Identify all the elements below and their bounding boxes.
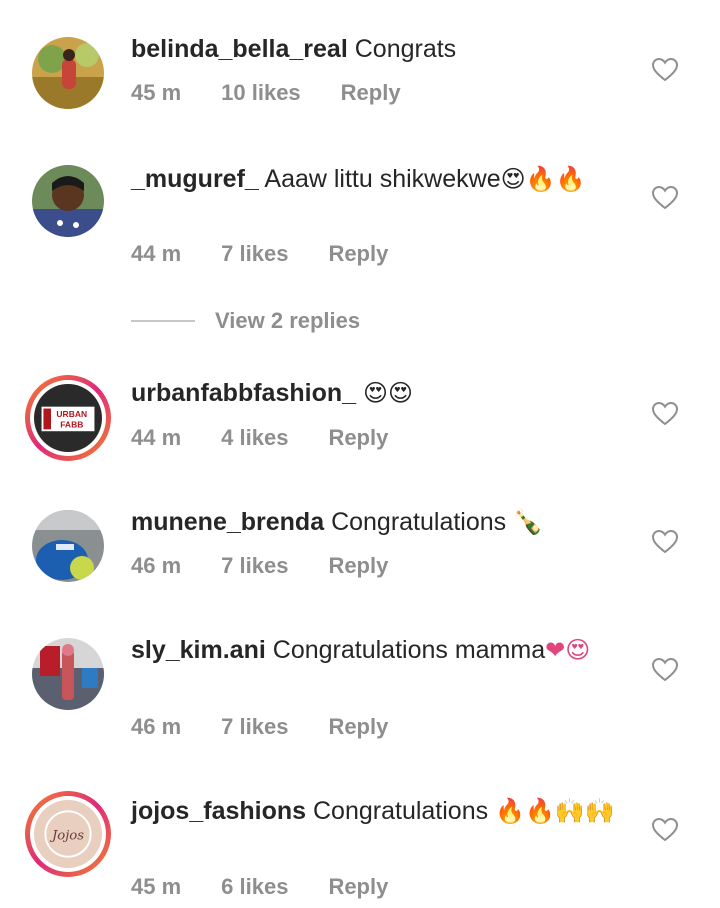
like-heart-icon[interactable] (652, 530, 678, 554)
svg-text:FABB: FABB (60, 419, 83, 429)
like-heart-icon[interactable] (652, 186, 678, 210)
comment-username[interactable]: _muguref_ (131, 165, 259, 193)
like-heart-icon[interactable] (652, 658, 678, 682)
avatar[interactable] (32, 638, 104, 710)
like-heart-icon[interactable] (652, 818, 678, 842)
replies-divider (131, 320, 195, 322)
comment-emoji: 😍🔥🔥 (500, 165, 586, 193)
avatar[interactable]: URBAN FABB (25, 375, 111, 461)
comment-time: 44 m (131, 241, 182, 266)
comment-text: Aaaw littu shikwekwe (264, 165, 501, 193)
svg-text:URBAN: URBAN (56, 409, 87, 419)
comment-time: 45 m (131, 874, 182, 899)
reply-button[interactable]: Reply (328, 874, 388, 900)
comment-meta: 46 m 7 likes Reply (131, 553, 428, 579)
avatar-photo (32, 165, 104, 237)
comment-likes[interactable]: 7 likes (221, 553, 288, 579)
comment-time: 44 m (131, 425, 182, 450)
avatar-photo (32, 510, 104, 582)
comment-meta: 44 m 7 likes Reply (131, 241, 428, 267)
avatar[interactable] (32, 37, 104, 109)
reply-button[interactable]: Reply (341, 80, 401, 106)
comment-emoji: ❤😍 (545, 636, 591, 664)
comment-meta: 45 m 10 likes Reply (131, 80, 441, 106)
comment-text: Congratulations mamma (272, 636, 546, 664)
comment-username[interactable]: munene_brenda (131, 508, 324, 536)
reply-button[interactable]: Reply (328, 714, 388, 740)
comment-text: Congratulations (313, 797, 489, 825)
comment-time: 46 m (131, 553, 182, 578)
comment-likes[interactable]: 10 likes (221, 80, 301, 106)
comment-text: Congrats (354, 35, 457, 63)
avatar-photo (32, 638, 104, 710)
avatar-ring-inner: Jojos (30, 796, 106, 872)
comment-time: 45 m (131, 80, 182, 105)
avatar[interactable] (32, 510, 104, 582)
view-replies-label: View 2 replies (215, 308, 361, 333)
comment-time: 46 m (131, 714, 182, 739)
comment-meta: 44 m 4 likes Reply (131, 425, 428, 451)
comment-username[interactable]: belinda_bella_real (131, 35, 348, 63)
urbanfabb-logo-icon: URBAN FABB (34, 384, 102, 452)
avatar-ring-inner: URBAN FABB (30, 380, 106, 456)
comment-likes[interactable]: 7 likes (221, 241, 288, 267)
comment-likes[interactable]: 7 likes (221, 714, 288, 740)
comment-body: jojos_fashions Congratulations 🔥🔥🙌🙌 (131, 794, 631, 828)
view-replies-button[interactable]: View 2 replies (131, 308, 360, 334)
comment-body: munene_brenda Congratulations 🍾 (131, 505, 631, 539)
comment-body: _muguref_ Aaaw littu shikwekwe😍🔥🔥 (131, 162, 631, 196)
comment-username[interactable]: jojos_fashions (131, 797, 306, 825)
comment-text: Congratulations (331, 508, 507, 536)
avatar[interactable] (32, 165, 104, 237)
reply-button[interactable]: Reply (328, 425, 388, 451)
comment-meta: 45 m 6 likes Reply (131, 874, 428, 900)
jojos-logo-icon: Jojos (34, 800, 102, 868)
comment-body: belinda_bella_real Congrats (131, 32, 631, 66)
avatar-photo (32, 37, 104, 109)
comment-emoji: 🍾 (513, 508, 544, 536)
reply-button[interactable]: Reply (328, 241, 388, 267)
comment-body: sly_kim.ani Congratulations mamma❤😍 (131, 633, 631, 667)
comment-meta: 46 m 7 likes Reply (131, 714, 428, 740)
comment-emoji: 🔥🔥🙌🙌 (495, 797, 615, 825)
comment-username[interactable]: urbanfabbfashion_ (131, 379, 356, 407)
avatar[interactable]: Jojos (25, 791, 111, 877)
comment-likes[interactable]: 6 likes (221, 874, 288, 900)
reply-button[interactable]: Reply (328, 553, 388, 579)
like-heart-icon[interactable] (652, 402, 678, 426)
like-heart-icon[interactable] (652, 58, 678, 82)
comment-emoji: 😍😍 (362, 379, 414, 407)
comment-body: urbanfabbfashion_ 😍😍 (131, 376, 631, 410)
comment-username[interactable]: sly_kim.ani (131, 636, 266, 664)
svg-text:Jojos: Jojos (49, 829, 84, 844)
comment-likes[interactable]: 4 likes (221, 425, 288, 451)
